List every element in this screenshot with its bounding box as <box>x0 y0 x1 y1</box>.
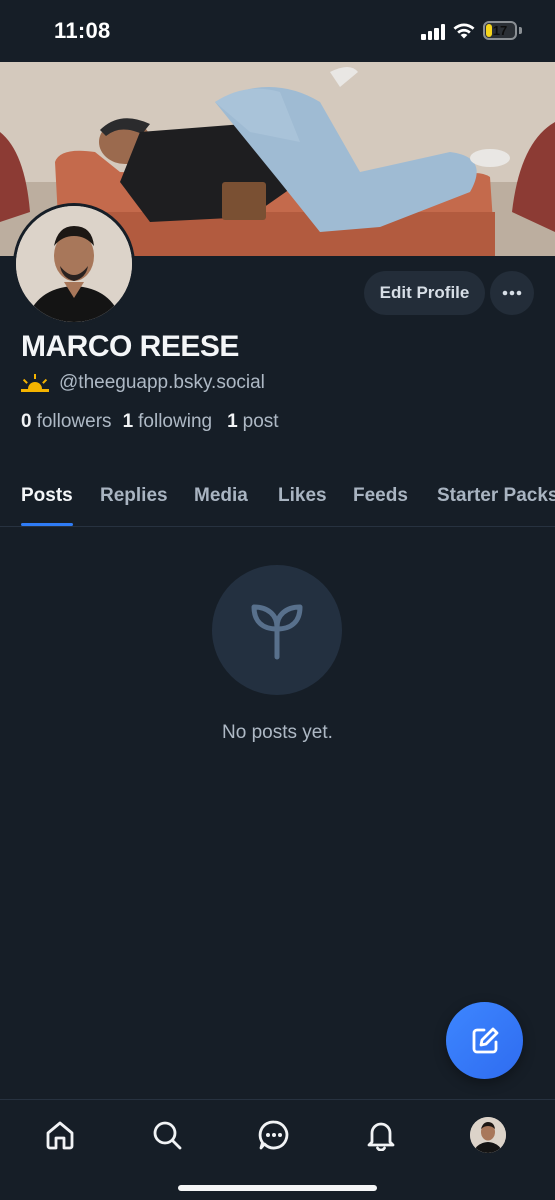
posts-count: 1 post <box>227 411 279 432</box>
chat-icon <box>258 1120 289 1150</box>
compose-icon <box>472 1027 498 1053</box>
handle-row: @theeguapp.bsky.social <box>21 372 265 394</box>
empty-state-icon-circle <box>212 565 342 695</box>
active-tab-indicator <box>21 523 73 526</box>
avatar-photo-small <box>470 1117 506 1153</box>
profile-handle[interactable]: @theeguapp.bsky.social <box>59 372 265 394</box>
more-options-button[interactable] <box>490 271 534 315</box>
sunrise-icon <box>21 374 49 392</box>
tab-starter-packs[interactable]: Starter Packs <box>437 485 555 507</box>
seedling-icon <box>251 604 303 660</box>
tab-feeds[interactable]: Feeds <box>353 485 408 507</box>
tab-posts[interactable]: Posts <box>21 485 73 507</box>
tab-likes[interactable]: Likes <box>278 485 327 507</box>
bottom-navigation <box>0 1099 555 1200</box>
avatar-photo <box>16 206 132 322</box>
profile-avatar[interactable] <box>13 203 135 325</box>
tab-media[interactable]: Media <box>194 485 248 507</box>
home-indicator <box>178 1185 377 1191</box>
bell-icon <box>367 1122 395 1151</box>
followers-count[interactable]: 0 followers <box>21 411 112 433</box>
following-count[interactable]: 1 following <box>123 411 213 433</box>
search-icon <box>153 1121 182 1150</box>
home-icon <box>46 1121 74 1150</box>
nav-chat[interactable] <box>256 1117 292 1153</box>
status-bar: 11:08 17 <box>0 0 555 62</box>
wifi-icon <box>453 23 475 39</box>
nav-notifications[interactable] <box>363 1117 399 1153</box>
nav-profile-avatar[interactable] <box>470 1117 506 1153</box>
compose-button[interactable] <box>446 1002 523 1079</box>
edit-profile-button[interactable]: Edit Profile <box>364 271 485 315</box>
ellipsis-icon <box>502 290 522 296</box>
tab-replies[interactable]: Replies <box>100 485 168 507</box>
empty-state-text: No posts yet. <box>222 722 333 743</box>
nav-search[interactable] <box>149 1117 185 1153</box>
profile-stats: 0 followers 1 following 1 post <box>21 411 290 433</box>
status-time: 11:08 <box>54 18 111 43</box>
battery-level: 17 <box>492 23 508 38</box>
nav-home[interactable] <box>42 1117 78 1153</box>
battery-icon: 17 <box>483 21 517 40</box>
cellular-signal-icon <box>421 24 447 40</box>
profile-tabs: Posts Replies Media Likes Feeds Starter … <box>0 470 555 527</box>
display-name: MARCO REESE <box>21 330 239 363</box>
